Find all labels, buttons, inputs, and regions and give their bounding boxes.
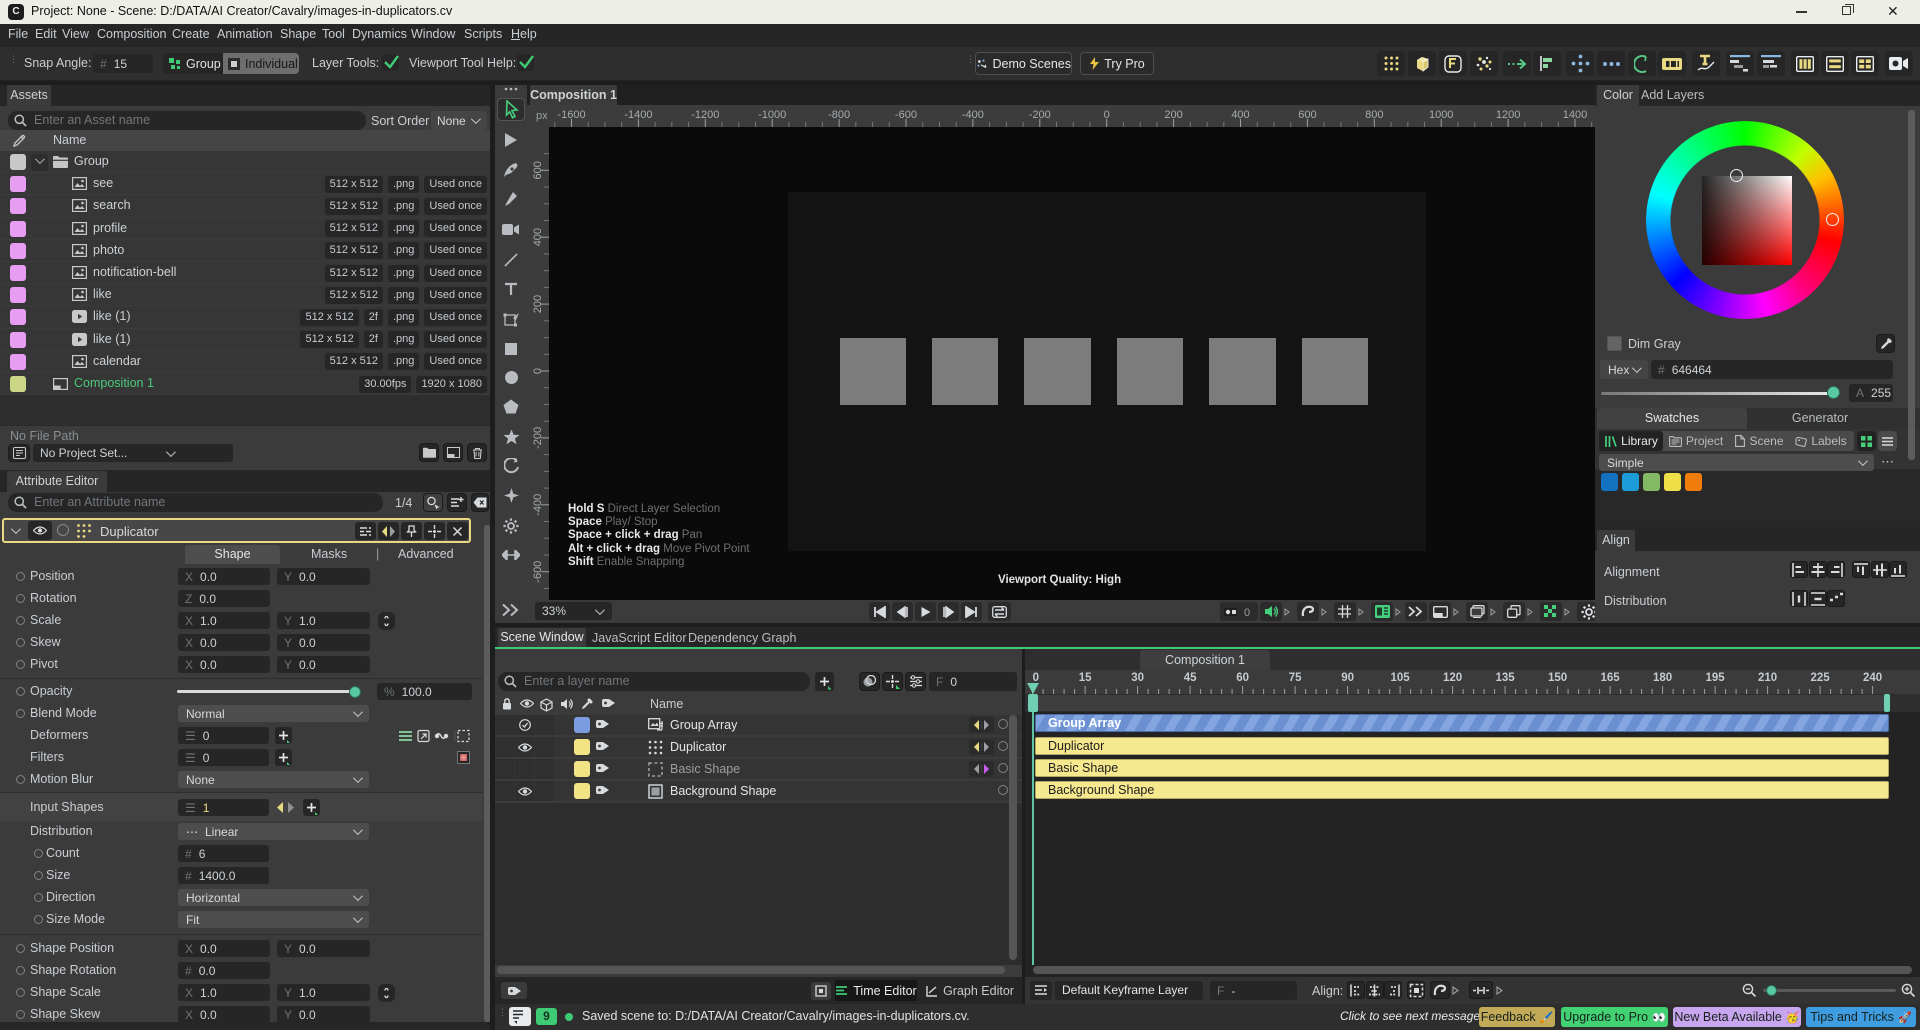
- svg-text:30: 30: [1131, 672, 1144, 684]
- svg-text:135: 135: [1496, 672, 1516, 684]
- svg-text:225: 225: [1811, 672, 1831, 684]
- svg-text:15: 15: [1079, 672, 1092, 684]
- svg-text:180: 180: [1653, 672, 1672, 684]
- svg-text:150: 150: [1548, 672, 1567, 684]
- svg-text:0: 0: [1244, 607, 1250, 618]
- svg-text:90: 90: [1341, 672, 1354, 684]
- svg-text:240: 240: [1863, 672, 1882, 684]
- svg-text:75: 75: [1289, 672, 1302, 684]
- svg-text:165: 165: [1601, 672, 1621, 684]
- svg-text:0: 0: [1033, 672, 1039, 684]
- svg-text:105: 105: [1391, 672, 1411, 684]
- svg-text:210: 210: [1758, 672, 1777, 684]
- svg-text:60: 60: [1236, 672, 1249, 684]
- svg-text:45: 45: [1184, 672, 1197, 684]
- svg-text:195: 195: [1706, 672, 1726, 684]
- svg-text:120: 120: [1443, 672, 1462, 684]
